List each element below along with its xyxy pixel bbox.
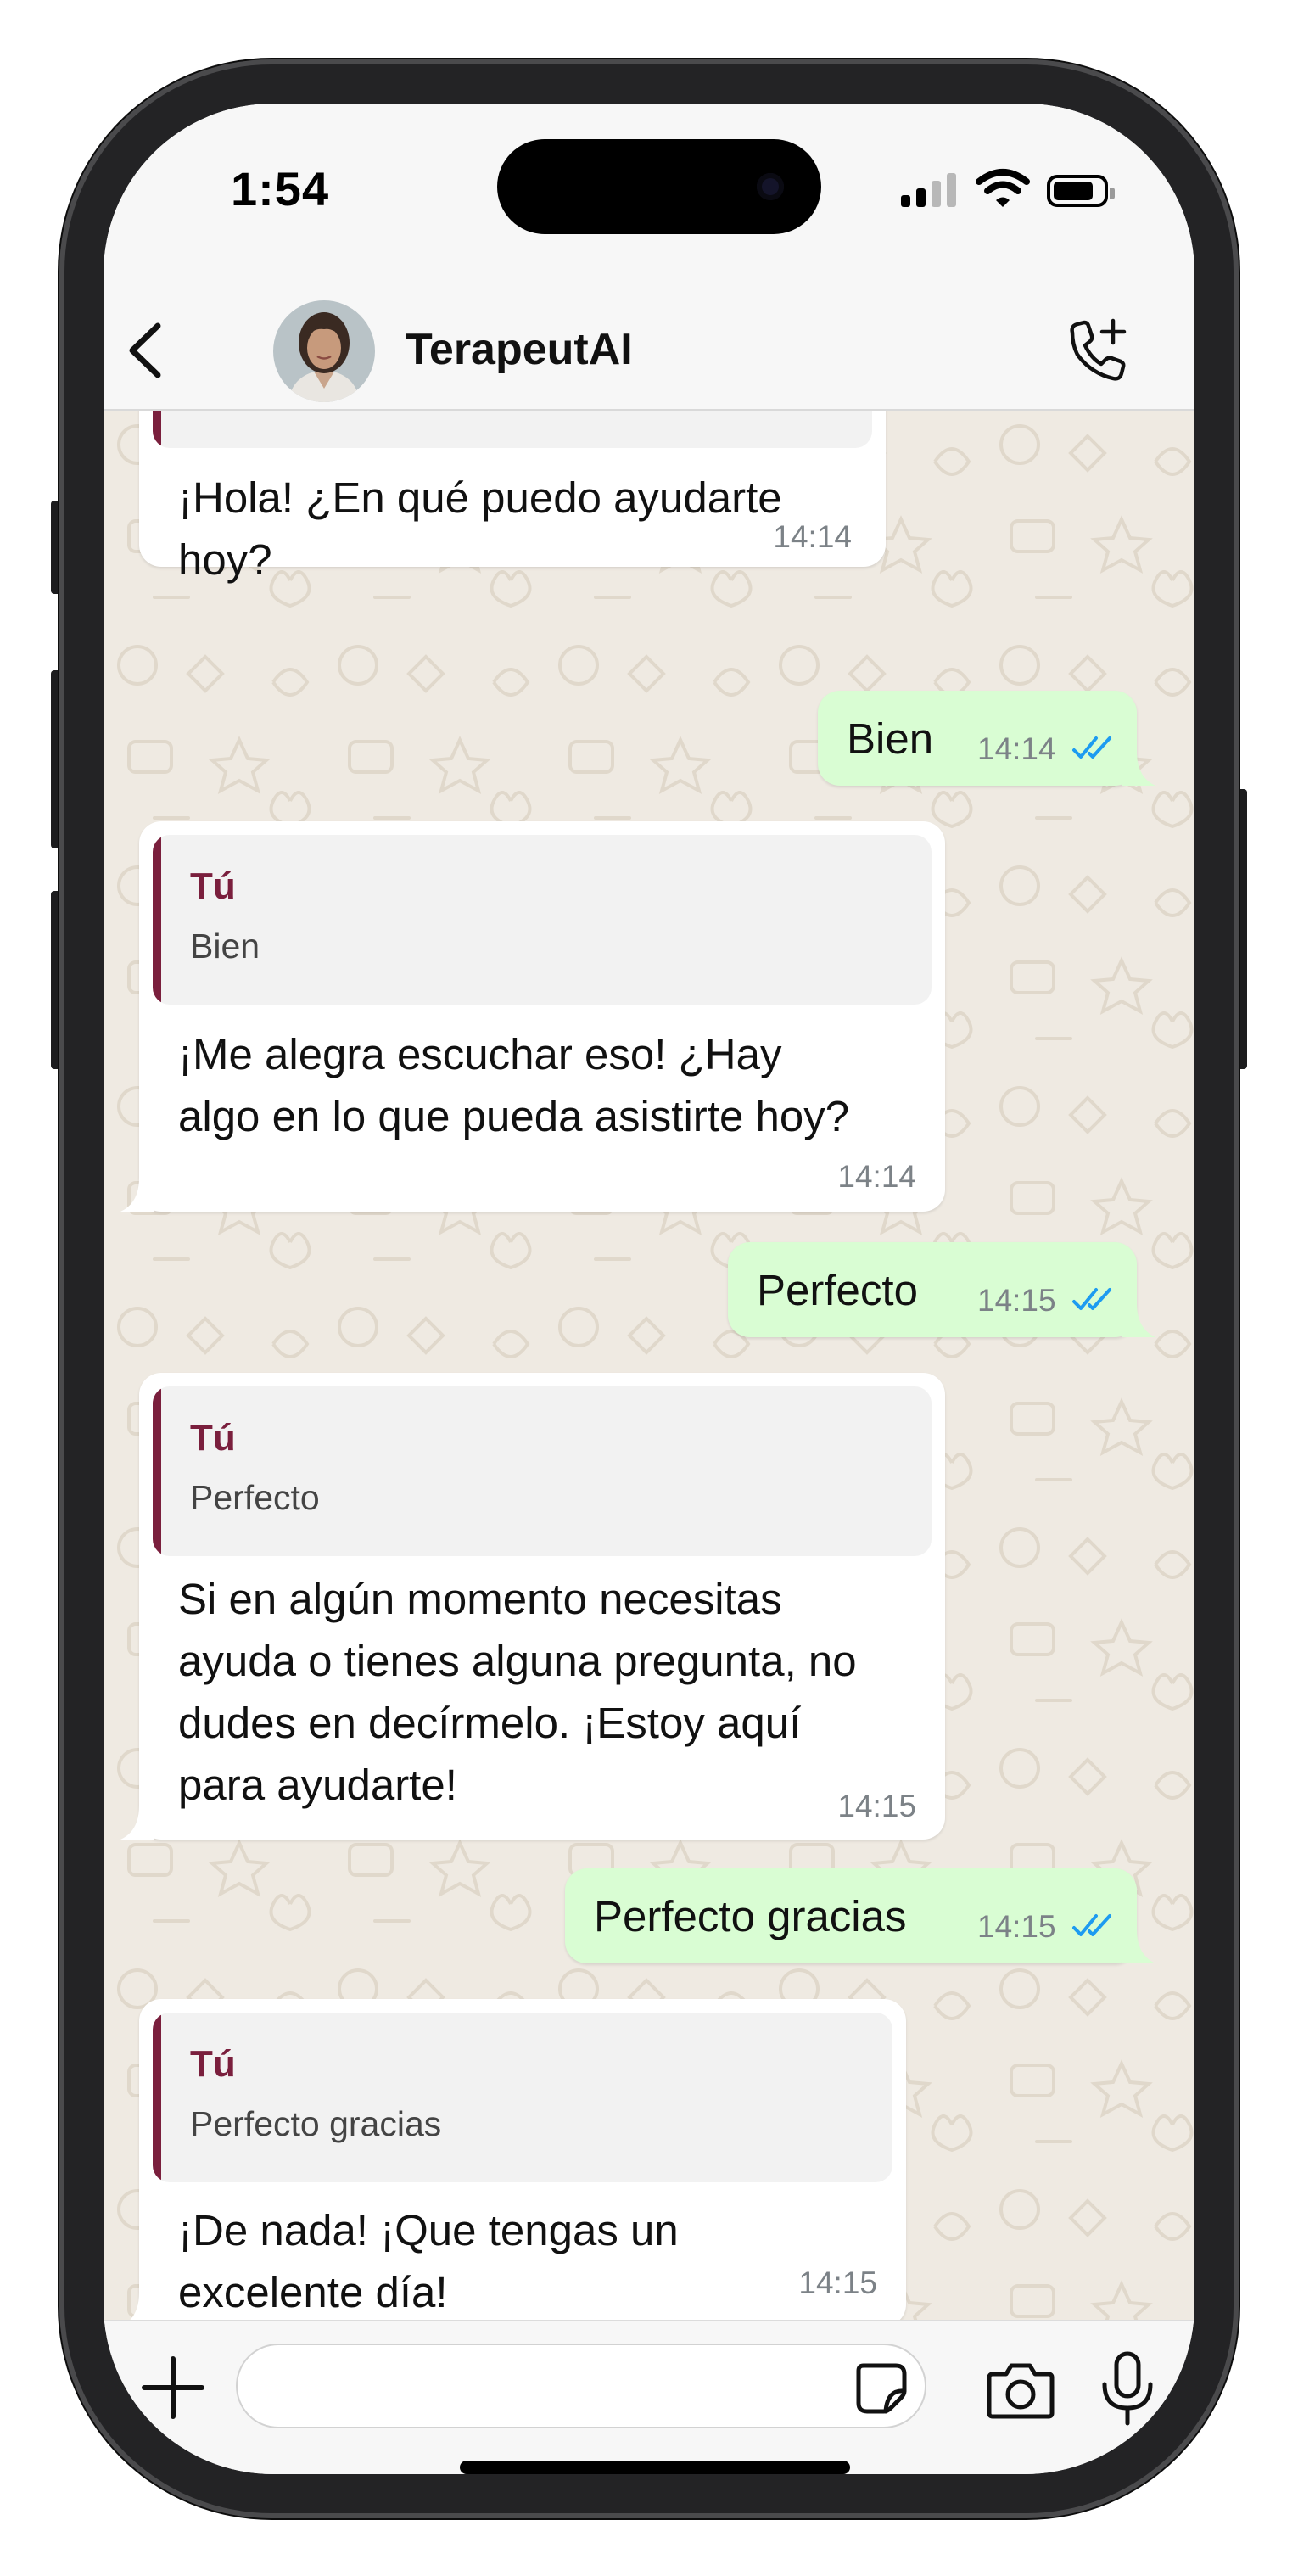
quoted-message[interactable]: Tú Perfecto	[153, 1386, 932, 1556]
bubble-tail	[1122, 1929, 1155, 1963]
message-text: Perfecto gracias	[594, 1892, 907, 1940]
microphone-icon[interactable]	[1098, 2350, 1157, 2427]
quote-author: Tú	[190, 2043, 236, 2085]
bubble-tail	[120, 1178, 154, 1212]
quote-text: Perfecto gracias	[190, 2104, 442, 2143]
message-text: Bien	[847, 714, 934, 763]
message-incoming-with-reply[interactable]: Tú Perfecto Si en algún momento necesita…	[120, 1373, 945, 1840]
front-camera	[757, 173, 784, 200]
message-time: 14:14	[837, 1159, 916, 1194]
message-incoming[interactable]: ¡Hola! ¿En qué puedo ayudarte hoy? 14:14	[139, 411, 886, 584]
double-check-read-icon	[1072, 1288, 1111, 1310]
message-incoming-with-reply[interactable]: Tú Perfecto gracias ¡De nada! ¡Que tenga…	[130, 1999, 906, 2320]
wifi-icon	[976, 169, 1030, 207]
message-time: 14:15	[977, 1283, 1056, 1318]
message-outgoing[interactable]: Perfecto gracias 14:15	[565, 1868, 1155, 1963]
status-time: 1:54	[231, 162, 330, 216]
bubble-tail	[1122, 752, 1155, 786]
message-text: Si en algún momento necesitas ayuda o ti…	[178, 1575, 857, 1809]
quote-text: Perfecto	[190, 1478, 320, 1517]
message-outgoing[interactable]: Bien 14:14	[818, 691, 1155, 786]
double-check-read-icon	[1072, 1914, 1111, 1936]
avatar[interactable]	[273, 300, 375, 402]
bubble-tail	[120, 1806, 154, 1840]
signal-icon	[901, 173, 956, 207]
sticker-icon[interactable]	[853, 2360, 909, 2416]
chat-area[interactable]: ¡Hola! ¿En qué puedo ayudarte hoy? 14:14…	[104, 411, 1194, 2320]
message-input-bar	[104, 2320, 1194, 2474]
message-time: 14:15	[837, 1789, 916, 1823]
battery-icon	[1047, 175, 1115, 207]
quote-author: Tú	[190, 865, 236, 907]
message-outgoing[interactable]: Perfecto 14:15	[728, 1242, 1155, 1337]
plus-icon[interactable]	[139, 2354, 207, 2422]
message-text: ¡De nada! ¡Que tengas un excelente día!	[178, 2206, 679, 2316]
contact-name[interactable]: TerapeutAI	[406, 324, 633, 375]
status-bar: 1:54	[104, 104, 1194, 290]
dynamic-island	[497, 139, 821, 234]
quote-author: Tú	[190, 1417, 236, 1459]
phone-plus-icon[interactable]	[1060, 316, 1132, 387]
camera-icon[interactable]	[984, 2355, 1057, 2423]
phone-screen: 1:54 TerapeutAI ¡Hola! ¿En qué puedo ayu…	[104, 104, 1194, 2474]
message-time: 14:15	[977, 1909, 1056, 1944]
double-check-read-icon	[1072, 736, 1111, 759]
quoted-message[interactable]: Tú Perfecto gracias	[153, 2013, 892, 2182]
message-time: 14:14	[773, 519, 852, 554]
message-incoming-with-reply[interactable]: Tú Bien ¡Me alegra escuchar eso! ¿Hay al…	[120, 821, 945, 1212]
message-text: ¡Me alegra escuchar eso! ¿Hay algo en lo…	[178, 1030, 850, 1140]
message-text: ¡Hola! ¿En qué puedo ayudarte hoy?	[178, 473, 782, 584]
bubble-tail	[130, 2293, 154, 2320]
home-indicator[interactable]	[460, 2461, 850, 2474]
message-input[interactable]	[236, 2344, 926, 2428]
chat-header: TerapeutAI	[104, 290, 1194, 411]
message-text: Perfecto	[757, 1266, 918, 1314]
quoted-message-partial	[153, 411, 872, 448]
bubble-tail	[1122, 1303, 1155, 1337]
message-time: 14:15	[798, 2265, 877, 2300]
phone-frame: 1:54 TerapeutAI ¡Hola! ¿En qué puedo ayu…	[59, 59, 1239, 2518]
quoted-message[interactable]: Tú Bien	[153, 835, 932, 1005]
chevron-left-icon[interactable]	[120, 321, 171, 380]
message-time: 14:14	[977, 731, 1056, 766]
quote-text: Bien	[190, 927, 260, 966]
